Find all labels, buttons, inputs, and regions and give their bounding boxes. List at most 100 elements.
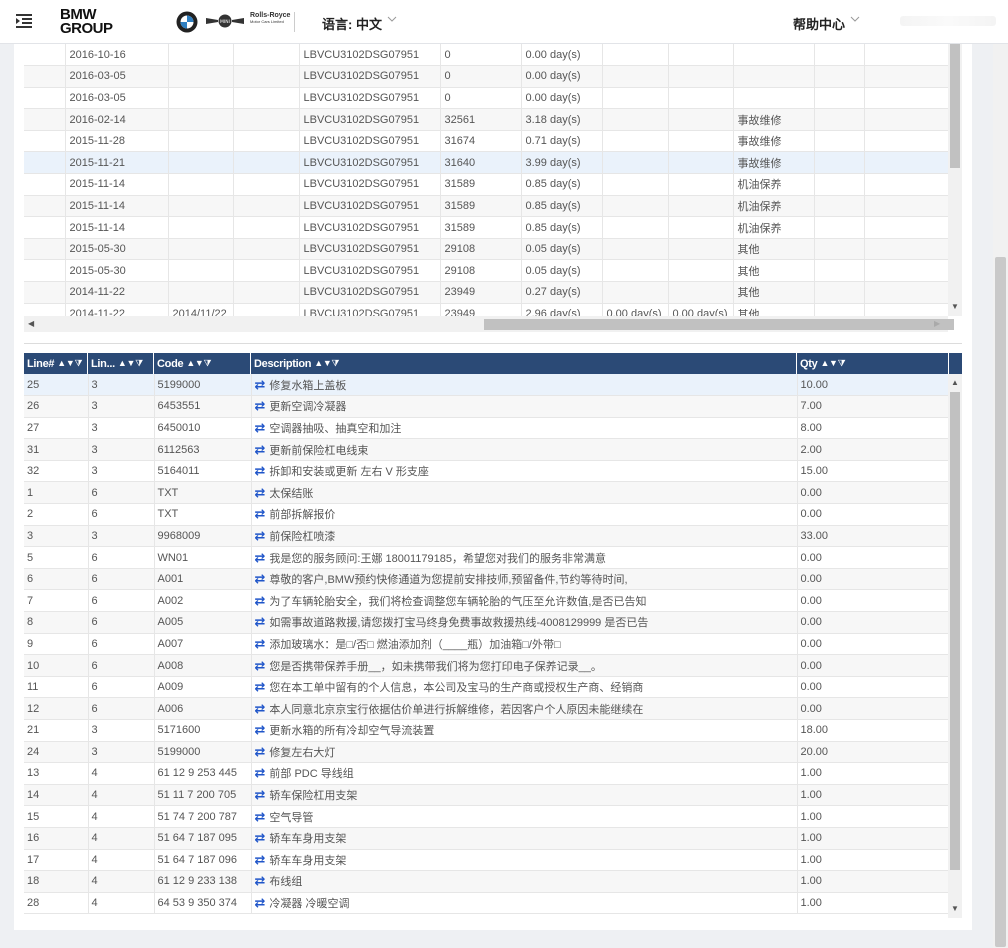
job-line-row[interactable]: 13 4 61 12 9 253 445 ⇄ 前部 PDC 导线组 1.00 bbox=[24, 762, 948, 785]
chevron-down-icon[interactable] bbox=[850, 14, 860, 24]
history-row[interactable]: 2016-03-05 LBVCU3102DSG07951 0 0.00 day(s) bbox=[24, 65, 948, 88]
history-row[interactable]: 2014-11-22 2014/11/22 LBVCU3102DSG07951 239… bbox=[24, 303, 948, 316]
swap-arrows-icon[interactable]: ⇄ bbox=[255, 528, 266, 543]
swap-arrows-icon[interactable]: ⇄ bbox=[255, 571, 266, 586]
swap-arrows-icon[interactable]: ⇄ bbox=[255, 398, 266, 413]
history-row[interactable]: 2015-05-30 LBVCU3102DSG07951 29108 0.05 day… bbox=[24, 259, 948, 283]
column-header-line-type[interactable]: Lin... ▲▼⧩ bbox=[88, 353, 154, 374]
swap-arrows-icon[interactable]: ⇄ bbox=[255, 463, 266, 478]
scrollbar-thumb[interactable] bbox=[995, 257, 1006, 947]
scrollbar-thumb[interactable] bbox=[950, 392, 960, 870]
swap-arrows-icon[interactable]: ⇄ bbox=[255, 636, 266, 651]
history-row[interactable]: 2015-11-14 LBVCU3102DSG07951 31589 0.85 day… bbox=[24, 195, 948, 218]
job-line-row[interactable]: 25 3 5199000 ⇄ 修复水箱上盖板 10.00 bbox=[24, 374, 948, 397]
hamburger-collapse-icon[interactable] bbox=[16, 14, 32, 28]
job-line-row[interactable]: 1 6 TXT ⇄ 太保结账 0.00 bbox=[24, 481, 948, 505]
swap-arrows-icon[interactable]: ⇄ bbox=[255, 722, 266, 737]
swap-arrows-icon[interactable]: ⇄ bbox=[255, 765, 266, 780]
job-line-row[interactable]: 12 6 A006 ⇄ 本人同意北京京宝行依据估价单进行拆解维修，若因客户个人原因未能继… bbox=[24, 697, 948, 720]
chevron-down-icon[interactable] bbox=[387, 14, 397, 24]
scroll-up-arrow-icon[interactable]: ▲ bbox=[951, 378, 959, 387]
swap-arrows-icon[interactable]: ⇄ bbox=[255, 550, 266, 565]
swap-arrows-icon[interactable]: ⇄ bbox=[255, 787, 266, 802]
job-line-row[interactable]: 8 6 A005 ⇄ 如需事故道路救援,请您拨打宝马终身免费事故救援热线-4008129… bbox=[24, 611, 948, 634]
sort-filter-icon[interactable]: ▲▼⧩ bbox=[186, 358, 211, 369]
line-number-cell: 11 bbox=[24, 676, 89, 699]
sort-filter-icon[interactable]: ▲▼⧩ bbox=[118, 358, 143, 369]
job-line-row[interactable]: 31 3 6112563 ⇄ 更新前保险杠电线束 2.00 bbox=[24, 438, 948, 461]
job-line-row[interactable]: 26 3 6453551 ⇄ 更新空调冷凝器 7.00 bbox=[24, 395, 948, 418]
history-row[interactable]: 2016-03-05 LBVCU3102DSG07951 0 0.00 day(s) bbox=[24, 87, 948, 110]
code-cell: A001 bbox=[154, 568, 252, 591]
sort-filter-icon[interactable]: ▲▼⧩ bbox=[57, 358, 82, 369]
swap-arrows-icon[interactable]: ⇄ bbox=[255, 420, 266, 435]
scrollbar-thumb[interactable] bbox=[484, 319, 954, 330]
swap-arrows-icon[interactable]: ⇄ bbox=[255, 485, 266, 500]
job-line-row[interactable]: 3 3 9968009 ⇄ 前保险杠喷漆 33.00 bbox=[24, 525, 948, 548]
history-grid-horizontal-scrollbar[interactable]: ◀ ▶ bbox=[24, 316, 954, 332]
swap-arrows-icon[interactable]: ⇄ bbox=[255, 873, 266, 888]
job-line-row[interactable]: 16 4 51 64 7 187 095 ⇄ 轿车车身用支架 1.00 bbox=[24, 827, 948, 850]
job-line-row[interactable]: 24 3 5199000 ⇄ 修复左右大灯 20.00 bbox=[24, 741, 948, 764]
history-grid-vertical-scrollbar[interactable]: ▼ bbox=[948, 44, 962, 316]
swap-arrows-icon[interactable]: ⇄ bbox=[255, 852, 266, 867]
job-line-row[interactable]: 18 4 61 12 9 233 138 ⇄ 布线组 1.00 bbox=[24, 870, 948, 893]
job-line-row[interactable]: 9 6 A007 ⇄ 添加玻璃水：是□/否□ 燃油添加剂（____瓶）加油箱□/外带□ 0… bbox=[24, 633, 948, 656]
scroll-left-arrow-icon[interactable]: ◀ bbox=[28, 319, 34, 328]
swap-arrows-icon[interactable]: ⇄ bbox=[255, 809, 266, 824]
history-row[interactable]: 2015-11-14 LBVCU3102DSG07951 31589 0.85 day… bbox=[24, 173, 948, 196]
history-cell: 0.05 day(s) bbox=[521, 238, 603, 261]
history-row[interactable]: 2015-11-21 LBVCU3102DSG07951 31640 3.99 day… bbox=[24, 151, 948, 175]
job-line-row[interactable]: 32 3 5164011 ⇄ 拆卸和安装或更新 左右 V 形支座 15.00 bbox=[24, 460, 948, 483]
job-line-row[interactable]: 10 6 A008 ⇄ 您是否携带保养手册__，如未携带我们将为您打印电子保养记录__。… bbox=[24, 654, 948, 677]
sort-filter-icon[interactable]: ▲▼⧩ bbox=[820, 358, 845, 369]
sort-filter-icon[interactable]: ▲▼⧩ bbox=[314, 358, 339, 369]
swap-arrows-icon[interactable]: ⇄ bbox=[255, 701, 266, 716]
scrollbar-thumb[interactable] bbox=[950, 44, 960, 168]
history-row[interactable]: 2016-10-16 LBVCU3102DSG07951 0 0.00 day(s) bbox=[24, 44, 948, 67]
swap-arrows-icon[interactable]: ⇄ bbox=[255, 895, 266, 910]
history-cell bbox=[602, 238, 669, 261]
swap-arrows-icon[interactable]: ⇄ bbox=[255, 658, 266, 673]
description-text: 轿车车身用支架 bbox=[269, 833, 347, 846]
job-line-row[interactable]: 6 6 A001 ⇄ 尊敬的客户,BMW预约快修通道为您提前安排技师,预留备件,节约等待… bbox=[24, 568, 948, 591]
job-line-row[interactable]: 14 4 51 11 7 200 705 ⇄ 轿车保险杠用支架 1.00 bbox=[24, 784, 948, 807]
job-line-row[interactable]: 28 4 64 53 9 350 374 ⇄ 冷凝器 冷暖空调 1.00 bbox=[24, 892, 948, 915]
job-line-row[interactable]: 15 4 51 74 7 200 787 ⇄ 空气导管 1.00 bbox=[24, 805, 948, 828]
description-text: 如需事故道路救援,请您拨打宝马终身免费事故救援热线-4008129999 是否已… bbox=[269, 617, 649, 630]
swap-arrows-icon[interactable]: ⇄ bbox=[255, 506, 266, 521]
swap-arrows-icon[interactable]: ⇄ bbox=[255, 442, 266, 457]
scroll-right-arrow-icon[interactable]: ▶ bbox=[934, 319, 940, 328]
job-line-row[interactable]: 2 6 TXT ⇄ 前部拆解报价 0.00 bbox=[24, 503, 948, 526]
swap-arrows-icon[interactable]: ⇄ bbox=[255, 614, 266, 629]
column-header-code[interactable]: Code ▲▼⧩ bbox=[154, 353, 251, 374]
history-row[interactable]: 2016-02-14 LBVCU3102DSG07951 32561 3.18 day… bbox=[24, 108, 948, 131]
swap-arrows-icon[interactable]: ⇄ bbox=[255, 377, 266, 392]
page-vertical-scrollbar[interactable] bbox=[993, 44, 1008, 948]
job-line-row[interactable]: 21 3 5171600 ⇄ 更新水箱的所有冷却空气导流装置 18.00 bbox=[24, 719, 948, 742]
swap-arrows-icon[interactable]: ⇄ bbox=[255, 830, 266, 845]
job-lines-vertical-scrollbar[interactable]: ▲ ▼ bbox=[948, 374, 962, 918]
job-line-row[interactable]: 5 6 WN01 ⇄ 我是您的服务顾问:王娜 18001179185，希望您对我们的服务… bbox=[24, 546, 948, 569]
history-row[interactable]: 2015-11-14 LBVCU3102DSG07951 31589 0.85 day… bbox=[24, 216, 948, 239]
column-header-qty[interactable]: Qty ▲▼⧩ bbox=[797, 353, 949, 374]
user-menu[interactable] bbox=[900, 16, 996, 26]
scroll-down-arrow-icon[interactable]: ▼ bbox=[951, 302, 959, 311]
job-line-row[interactable]: 27 3 6450010 ⇄ 空调器抽吸、抽真空和加注 8.00 bbox=[24, 417, 948, 440]
history-row[interactable]: 2015-11-28 LBVCU3102DSG07951 31674 0.71 day… bbox=[24, 130, 948, 153]
column-header-description[interactable]: Description ▲▼⧩ bbox=[251, 353, 797, 374]
qty-cell: 33.00 bbox=[797, 525, 948, 548]
help-center-menu[interactable]: 帮助中心 bbox=[793, 14, 845, 33]
history-row[interactable]: 2015-05-30 LBVCU3102DSG07951 29108 0.05 day… bbox=[24, 238, 948, 261]
description-text: 拆卸和安装或更新 左右 V 形支座 bbox=[269, 466, 429, 479]
job-line-row[interactable]: 7 6 A002 ⇄ 为了车辆轮胎安全，我们将检查调整您车辆轮胎的气压至允许数值,是否已… bbox=[24, 589, 948, 613]
swap-arrows-icon[interactable]: ⇄ bbox=[255, 679, 266, 694]
language-selector[interactable]: 语言: 中文 bbox=[322, 14, 382, 33]
scroll-down-arrow-icon[interactable]: ▼ bbox=[951, 904, 959, 913]
swap-arrows-icon[interactable]: ⇄ bbox=[255, 593, 266, 608]
job-line-row[interactable]: 11 6 A009 ⇄ 您在本工单中留有的个人信息，本公司及宝马的生产商或授权生产商、经… bbox=[24, 676, 948, 699]
column-header-line-number[interactable]: Line# ▲▼⧩ bbox=[24, 353, 88, 374]
history-row[interactable]: 2014-11-22 LBVCU3102DSG07951 23949 0.27 day… bbox=[24, 281, 948, 304]
job-line-row[interactable]: 17 4 51 64 7 187 096 ⇄ 轿车车身用支架 1.00 bbox=[24, 849, 948, 872]
swap-arrows-icon[interactable]: ⇄ bbox=[255, 744, 266, 759]
